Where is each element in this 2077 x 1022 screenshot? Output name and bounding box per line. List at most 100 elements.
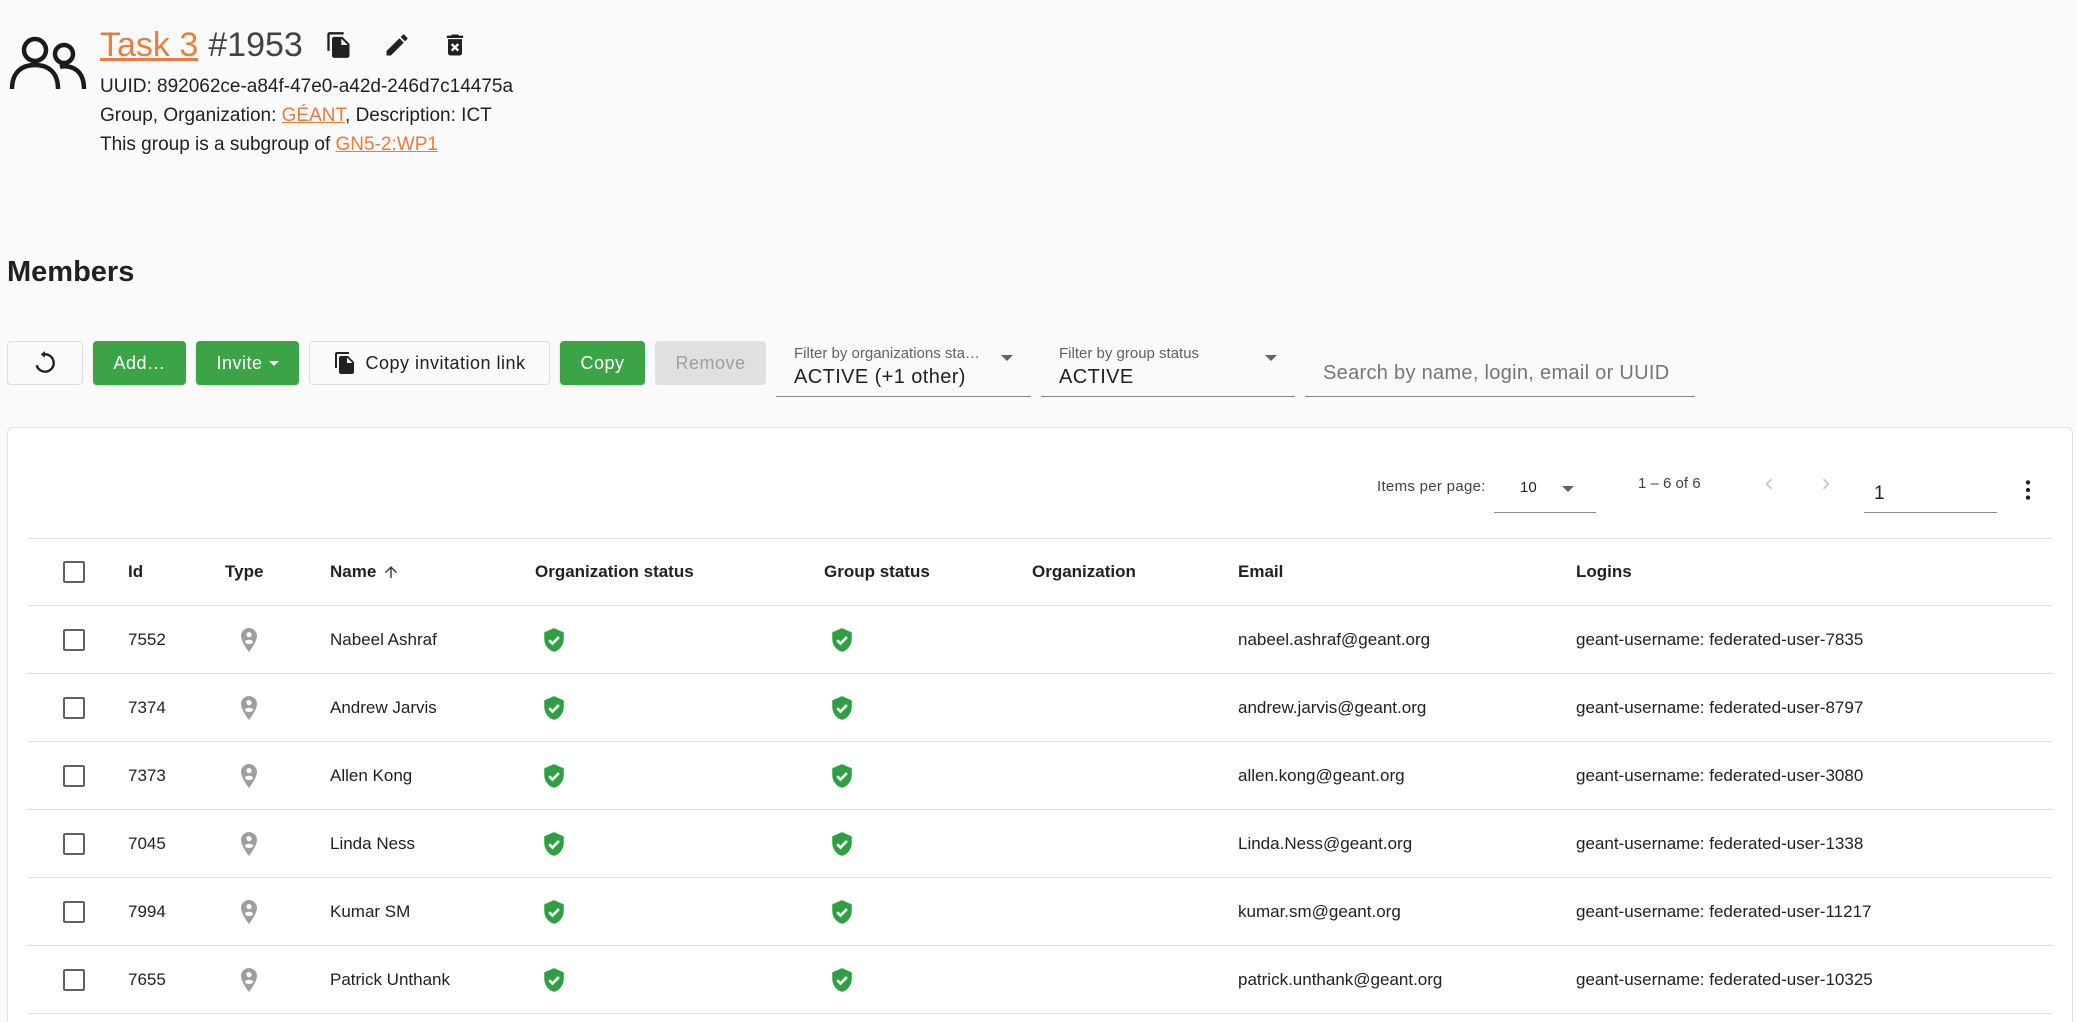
edit-group-button[interactable] bbox=[375, 23, 419, 67]
member-email: patrick.unthank@geant.org bbox=[1238, 969, 1443, 989]
column-header-email[interactable]: Email bbox=[1238, 539, 1283, 605]
column-header-id[interactable]: Id bbox=[128, 539, 143, 605]
delete-group-button[interactable] bbox=[433, 23, 477, 67]
member-email: allen.kong@geant.org bbox=[1238, 765, 1405, 785]
column-header-organization-status[interactable]: Organization status bbox=[535, 539, 694, 605]
column-header-group-status[interactable]: Group status bbox=[824, 539, 930, 605]
refresh-button[interactable] bbox=[7, 341, 83, 385]
table-row[interactable]: 7552 Nabeel Ashraf nabeel.ashraf@geant.o… bbox=[27, 606, 2053, 674]
member-name: Nabeel Ashraf bbox=[330, 629, 437, 649]
verified-shield-icon bbox=[544, 899, 564, 924]
organization-link[interactable]: GÉANT bbox=[282, 105, 345, 126]
verified-shield-icon bbox=[544, 763, 564, 788]
organization-status bbox=[541, 742, 567, 809]
invite-button[interactable]: Invite bbox=[196, 341, 299, 385]
organization-status bbox=[541, 810, 567, 877]
member-logins: geant-username: federated-user-11217 bbox=[1576, 901, 1872, 921]
member-logins: geant-username: federated-user-7835 bbox=[1576, 629, 1864, 649]
member-id: 7373 bbox=[128, 765, 166, 785]
organization-status bbox=[541, 674, 567, 741]
previous-page-button[interactable] bbox=[1749, 464, 1789, 504]
row-checkbox[interactable] bbox=[63, 628, 85, 651]
group-status bbox=[829, 606, 855, 673]
verified-shield-icon bbox=[544, 695, 564, 720]
row-checkbox[interactable] bbox=[63, 696, 85, 719]
select-all-cell bbox=[63, 539, 85, 605]
column-header-name-label: Name bbox=[330, 562, 377, 581]
member-type bbox=[237, 674, 261, 741]
organization-status bbox=[541, 946, 567, 1013]
parent-group-link[interactable]: GN5-2:WP1 bbox=[336, 134, 438, 155]
member-id: 7655 bbox=[128, 969, 166, 989]
sort-ascending-icon bbox=[385, 566, 398, 578]
verified-shield-icon bbox=[832, 763, 852, 788]
org-status-filter-label: Filter by organizations sta… bbox=[794, 345, 980, 362]
org-status-filter[interactable]: Filter by organizations sta… ACTIVE (+1 … bbox=[776, 341, 1031, 397]
items-per-page-select[interactable]: 10 bbox=[1494, 463, 1596, 513]
member-type bbox=[237, 742, 261, 809]
table-row[interactable]: 7994 Kumar SM kumar.sm@geant.org geant-u… bbox=[27, 878, 2053, 946]
group-org-prefix: Group, Organization: bbox=[100, 105, 282, 126]
person-pin-icon bbox=[241, 831, 257, 856]
group-status-filter[interactable]: Filter by group status ACTIVE bbox=[1041, 341, 1295, 397]
group-status-filter-label: Filter by group status bbox=[1059, 345, 1200, 362]
copy-invitation-link-label: Copy invitation link bbox=[365, 352, 526, 373]
verified-shield-icon bbox=[832, 899, 852, 924]
members-heading: Members bbox=[7, 256, 135, 288]
members-table: Id Type Name Organization status Group s… bbox=[27, 538, 2053, 1014]
chevron-right-icon bbox=[1822, 478, 1830, 490]
page-number-input[interactable] bbox=[1864, 463, 1997, 512]
row-checkbox[interactable] bbox=[63, 764, 85, 787]
table-row[interactable]: 7374 Andrew Jarvis andrew.jarvis@geant.o… bbox=[27, 674, 2053, 742]
refresh-icon bbox=[35, 351, 55, 373]
next-page-button[interactable] bbox=[1806, 464, 1846, 504]
table-row[interactable]: 7655 Patrick Unthank patrick.unthank@gea… bbox=[27, 946, 2053, 1014]
copy-invitation-link-button[interactable]: Copy invitation link bbox=[309, 341, 550, 385]
group-uuid: UUID: 892062ce-a84f-47e0-a42d-246d7c1447… bbox=[100, 76, 514, 97]
copy-group-button[interactable] bbox=[317, 23, 361, 67]
verified-shield-icon bbox=[544, 627, 564, 652]
row-select-cell bbox=[63, 946, 85, 1013]
add-member-button[interactable]: Add… bbox=[93, 341, 186, 385]
search-field bbox=[1305, 341, 1695, 397]
member-type bbox=[237, 810, 261, 877]
row-select-cell bbox=[63, 606, 85, 673]
row-checkbox[interactable] bbox=[63, 832, 85, 855]
member-id: 7374 bbox=[128, 697, 166, 717]
dropdown-arrow-icon bbox=[1001, 355, 1013, 361]
group-title-link[interactable]: Task 3 bbox=[100, 26, 198, 65]
member-email: Linda.Ness@geant.org bbox=[1238, 833, 1413, 853]
group-status bbox=[829, 674, 855, 741]
items-per-page-label: Items per page: bbox=[1377, 478, 1486, 495]
copy-button[interactable]: Copy bbox=[560, 341, 645, 385]
verified-shield-icon bbox=[544, 967, 564, 992]
select-all-checkbox[interactable] bbox=[63, 561, 85, 583]
member-type bbox=[237, 946, 261, 1013]
row-checkbox[interactable] bbox=[63, 968, 85, 991]
verified-shield-icon bbox=[832, 695, 852, 720]
more-vertical-icon bbox=[2025, 480, 2031, 500]
column-header-logins[interactable]: Logins bbox=[1576, 539, 1632, 605]
group-status bbox=[829, 878, 855, 945]
member-logins: geant-username: federated-user-10325 bbox=[1576, 969, 1873, 989]
invite-label: Invite bbox=[216, 352, 263, 373]
member-type bbox=[237, 606, 261, 673]
column-header-organization[interactable]: Organization bbox=[1032, 539, 1136, 605]
remove-button[interactable]: Remove bbox=[655, 341, 766, 385]
verified-shield-icon bbox=[832, 967, 852, 992]
column-header-name[interactable]: Name bbox=[330, 539, 400, 605]
member-name: Linda Ness bbox=[330, 833, 416, 853]
search-input[interactable] bbox=[1305, 341, 1695, 396]
more-options-button[interactable] bbox=[2010, 472, 2046, 508]
member-name: Patrick Unthank bbox=[330, 969, 450, 989]
person-pin-icon bbox=[241, 627, 257, 652]
group-id: #1953 bbox=[208, 25, 303, 64]
column-header-type[interactable]: Type bbox=[225, 539, 263, 605]
member-id: 7994 bbox=[128, 901, 166, 921]
row-select-cell bbox=[63, 742, 85, 809]
delete-forever-icon bbox=[446, 34, 463, 56]
row-checkbox[interactable] bbox=[63, 900, 85, 923]
table-row[interactable]: 7045 Linda Ness Linda.Ness@geant.org gea… bbox=[27, 810, 2053, 878]
row-select-cell bbox=[63, 878, 85, 945]
table-row[interactable]: 7373 Allen Kong allen.kong@geant.org gea… bbox=[27, 742, 2053, 810]
